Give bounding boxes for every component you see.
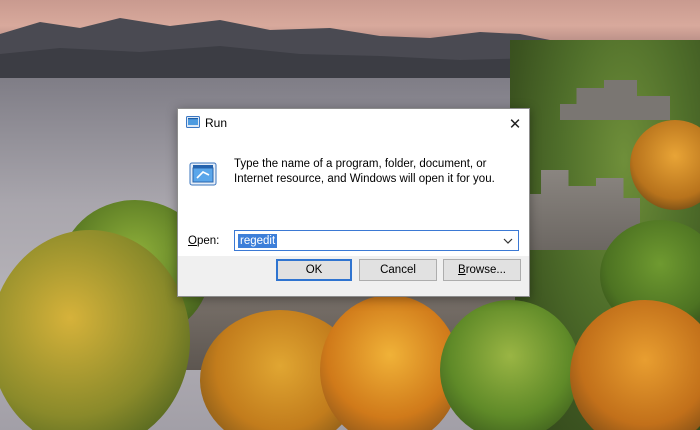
cancel-button[interactable]: Cancel [359,259,437,281]
chevron-down-icon[interactable] [500,232,516,249]
dialog-body: Type the name of a program, folder, docu… [178,138,529,256]
tree [440,300,580,430]
browse-button[interactable]: Browse... [443,259,521,281]
dialog-description: Type the name of a program, folder, docu… [234,158,495,185]
cancel-button-label: Cancel [380,264,416,276]
close-icon: ✕ [508,115,522,133]
open-label: Open: [188,235,220,247]
run-large-icon [189,162,217,186]
run-dialog: Run ✕ Type the name of a program, folder… [177,108,530,297]
open-combobox[interactable]: regedit [234,230,519,251]
ok-button-label: OK [305,264,323,276]
run-icon [186,116,200,128]
open-input-value[interactable]: regedit [238,234,278,248]
dialog-title: Run [205,116,228,130]
close-button[interactable]: ✕ [501,109,529,138]
ok-button[interactable]: OK [276,259,352,281]
browse-button-label: Browse... [458,264,506,276]
title-bar[interactable]: Run ✕ [178,109,529,138]
